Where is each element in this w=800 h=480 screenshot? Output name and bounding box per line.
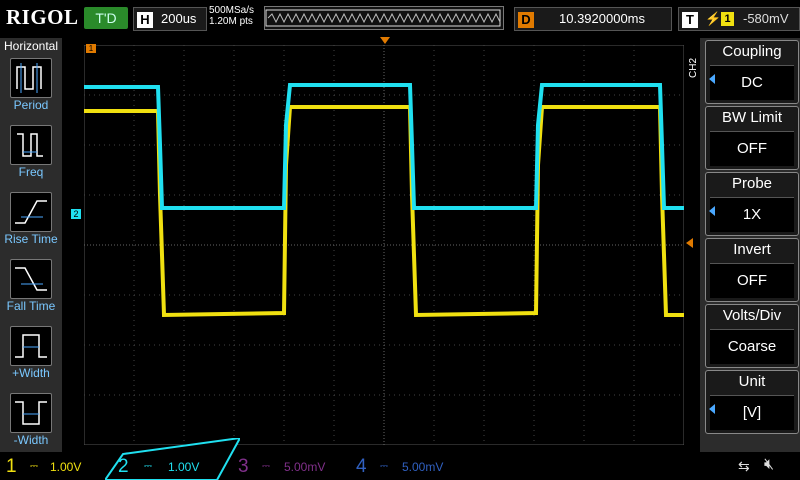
ch3-status[interactable]: 3 ⎓ 5.00mV xyxy=(232,455,352,479)
ch2-scale: 1.00V xyxy=(168,460,200,474)
ch4-coupling-icon: ⎓ xyxy=(380,461,388,472)
fall-time-label: Fall Time xyxy=(6,299,56,313)
menu-channel-label: CH2 xyxy=(688,57,699,78)
acquisition-info: 500MSa/s 1.20M pts xyxy=(209,5,254,27)
freq-button[interactable] xyxy=(10,125,52,165)
channel-menu-panel: Coupling DC BW Limit OFF Probe 1X Invert… xyxy=(700,38,800,452)
ch3-coupling-icon: ⎓ xyxy=(262,461,270,472)
trigger-source-badge: 1 xyxy=(721,12,734,26)
invert-title: Invert xyxy=(733,241,771,258)
ch4-scale: 5.00mV xyxy=(402,460,444,474)
ch2-coupling-icon: ⎓ xyxy=(144,461,152,472)
ch2-status[interactable]: 2 ⎓ 1.00V xyxy=(112,455,222,479)
delay-value: 10.3920000ms xyxy=(559,11,646,26)
waveform-display[interactable] xyxy=(84,45,684,445)
neg-width-icon xyxy=(15,401,47,425)
unit-title: Unit xyxy=(738,373,766,390)
ch1-number: 1 xyxy=(6,456,17,477)
probe-arrow-icon xyxy=(709,206,715,216)
coupling-softkey[interactable]: Coupling DC xyxy=(705,40,799,104)
period-button[interactable] xyxy=(10,58,52,98)
coupling-title: Coupling xyxy=(722,43,782,60)
ch1-offset-marker[interactable]: 1 xyxy=(86,44,96,53)
fall-time-button[interactable] xyxy=(10,259,52,299)
ch1-status[interactable]: 1 ⎓ 1.00V xyxy=(0,455,100,479)
memory-waveform-overview xyxy=(264,6,504,30)
freq-label: Freq xyxy=(18,165,44,179)
neg-width-label: -Width xyxy=(13,433,49,447)
probe-title: Probe xyxy=(731,175,773,192)
horizontal-tag: H xyxy=(137,11,153,28)
volts-div-title: Volts/Div xyxy=(722,307,782,324)
probe-value: 1X xyxy=(710,197,794,232)
unit-softkey[interactable]: Unit [V] xyxy=(705,370,799,434)
neg-width-button[interactable] xyxy=(10,393,52,433)
rise-time-button[interactable] xyxy=(10,192,52,232)
period-label: Period xyxy=(13,98,49,112)
invert-value: OFF xyxy=(710,263,794,298)
horizontal-scale-value: 200us xyxy=(161,11,197,26)
bw-limit-value: OFF xyxy=(710,131,794,166)
volts-div-value: Coarse xyxy=(710,329,794,364)
invert-softkey[interactable]: Invert OFF xyxy=(705,238,799,302)
rise-time-label: Rise Time xyxy=(4,232,58,246)
ch4-status[interactable]: 4 ⎓ 5.00mV xyxy=(350,455,470,479)
mute-icon[interactable]: 🔇︎ xyxy=(764,456,774,474)
bw-limit-softkey[interactable]: BW Limit OFF xyxy=(705,106,799,170)
pos-width-label: +Width xyxy=(12,366,50,380)
pos-width-icon xyxy=(15,334,47,358)
coupling-arrow-icon xyxy=(709,74,715,84)
trigger-edge-icon: ⚡ xyxy=(705,11,722,26)
coupling-value: DC xyxy=(710,65,794,100)
ch3-scale: 5.00mV xyxy=(284,460,326,474)
memory-overview-waveform xyxy=(265,9,501,27)
delay-tag: D xyxy=(518,11,534,28)
pos-width-button[interactable] xyxy=(10,326,52,366)
trigger-box[interactable]: T ⚡ 1 -580mV xyxy=(678,7,800,31)
trigger-status-badge: T'D xyxy=(84,7,128,29)
left-panel-title: Horizontal xyxy=(3,39,59,53)
usb-icon: ⇆ xyxy=(738,458,750,474)
trigger-tag: T xyxy=(682,11,698,28)
ch1-coupling-icon: ⎓ xyxy=(30,461,38,472)
sample-rate: 500MSa/s xyxy=(209,5,255,16)
memory-depth: 1.20M pts xyxy=(209,16,253,27)
horizontal-measure-panel: Horizontal Period Freq Rise Time Fall Ti… xyxy=(0,38,62,452)
trigger-level-value: -580mV xyxy=(743,11,789,26)
unit-value: [V] xyxy=(710,395,794,430)
trigger-position-marker[interactable] xyxy=(380,37,390,44)
ch2-offset-marker[interactable]: 2 xyxy=(71,209,81,219)
horizontal-scale-box[interactable]: H 200us xyxy=(133,7,207,31)
unit-arrow-icon xyxy=(709,404,715,414)
fall-time-icon xyxy=(15,267,47,291)
probe-softkey[interactable]: Probe 1X xyxy=(705,172,799,236)
delay-box[interactable]: D 10.3920000ms xyxy=(514,7,672,31)
volts-div-softkey[interactable]: Volts/Div Coarse xyxy=(705,304,799,368)
rise-time-icon xyxy=(15,200,47,224)
trigger-level-marker[interactable] xyxy=(686,238,693,248)
ch1-scale: 1.00V xyxy=(50,460,82,474)
ch2-number: 2 xyxy=(118,456,129,477)
brand-logo: RIGOL xyxy=(6,5,79,29)
ch3-number: 3 xyxy=(238,456,249,477)
period-icon xyxy=(16,63,42,93)
freq-icon xyxy=(17,133,43,157)
ch4-number: 4 xyxy=(356,456,367,477)
bw-limit-title: BW Limit xyxy=(722,109,782,126)
